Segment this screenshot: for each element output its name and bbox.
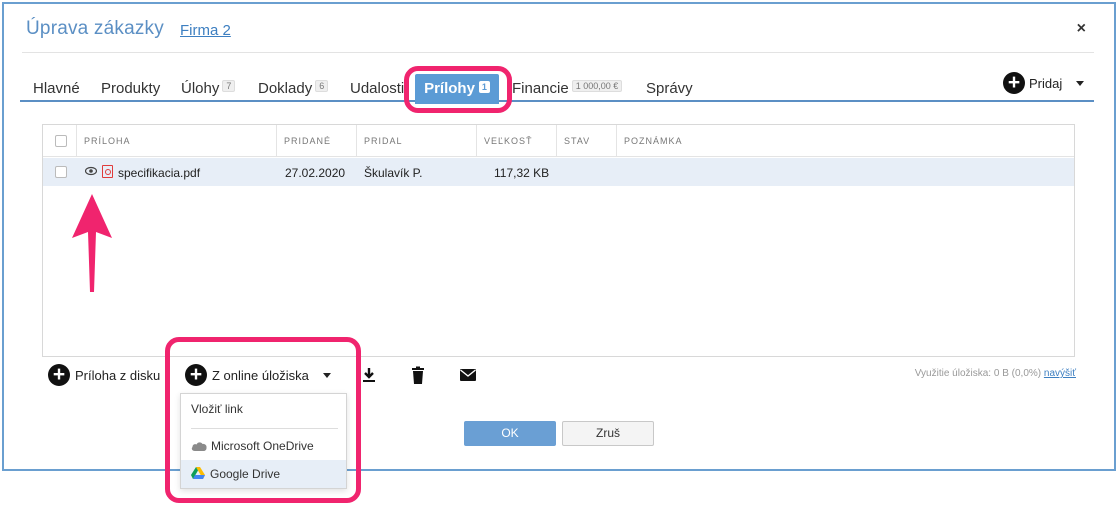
pdf-file-icon <box>102 165 113 178</box>
trash-icon[interactable] <box>408 365 428 385</box>
attach-from-online-label: Z online úložiska <box>212 367 309 383</box>
attachment-added-by: Škulavík P. <box>364 166 423 180</box>
chevron-down-icon <box>322 372 331 378</box>
increase-storage-link[interactable]: navýšiť <box>1044 368 1076 379</box>
tab-documents[interactable]: Doklady 6 <box>258 80 329 97</box>
table-row[interactable]: specifikacia.pdf 27.02.2020 Škulavík P. … <box>43 158 1074 186</box>
column-divider <box>476 125 477 157</box>
attachments-table: PRÍLOHA PRIDANÉ PRIDAL VEĽKOSŤ STAV POZN… <box>42 124 1075 357</box>
attach-from-online-button[interactable]: + Z online úložiska <box>185 364 331 386</box>
tab-attachments-badge: 1 <box>478 81 490 93</box>
attachment-name[interactable]: specifikacia.pdf <box>118 166 200 180</box>
column-divider <box>556 125 557 157</box>
column-divider <box>276 125 277 157</box>
column-header-status[interactable]: STAV <box>564 136 590 146</box>
plus-icon: + <box>1003 72 1025 94</box>
eye-icon[interactable] <box>85 166 97 176</box>
menu-item-google-drive[interactable]: Google Drive <box>181 460 346 488</box>
cancel-button[interactable]: Zruš <box>562 421 654 446</box>
tab-events[interactable]: Udalosti <box>350 80 404 97</box>
google-drive-icon <box>191 467 205 479</box>
online-storage-dropdown: Vložiť link Microsoft OneDrive Google Dr… <box>180 393 347 489</box>
storage-usage: Využitie úložiska: 0 B (0,0%) navýšiť <box>915 368 1076 379</box>
company-link[interactable]: Firma 2 <box>180 22 231 39</box>
column-header-note[interactable]: POZNÁMKA <box>624 136 683 146</box>
close-icon[interactable]: × <box>1077 20 1086 38</box>
menu-item-onedrive-label: Microsoft OneDrive <box>211 439 314 453</box>
attach-from-disk-label: Príloha z disku <box>75 367 161 383</box>
menu-divider <box>191 428 338 429</box>
tab-attachments[interactable]: Prílohy 1 <box>415 74 499 104</box>
add-menu-label: Pridaj <box>1029 75 1063 91</box>
add-menu-button[interactable]: + Pridaj <box>1003 72 1085 94</box>
column-divider <box>356 125 357 157</box>
column-header-added[interactable]: PRIDANÉ <box>284 136 331 146</box>
attachment-size: 117,32 KB <box>494 166 550 180</box>
download-icon[interactable] <box>359 365 379 385</box>
column-divider <box>616 125 617 157</box>
column-divider <box>76 125 77 157</box>
tab-finance[interactable]: Financie 1 000,00 € <box>512 80 623 97</box>
attach-from-disk-button[interactable]: + Príloha z disku <box>48 364 160 386</box>
column-header-attachment[interactable]: PRÍLOHA <box>84 136 131 146</box>
email-icon[interactable] <box>458 365 478 385</box>
chevron-down-icon <box>1076 80 1085 86</box>
table-header: PRÍLOHA PRIDANÉ PRIDAL VEĽKOSŤ STAV POZN… <box>43 125 1074 157</box>
storage-usage-text: Využitie úložiska: 0 B (0,0%) <box>914 368 1042 379</box>
tab-underline <box>20 100 1094 102</box>
tab-tasks[interactable]: Úlohy 7 <box>181 80 236 97</box>
menu-item-insert-link[interactable]: Vložiť link <box>181 395 346 423</box>
ok-button[interactable]: OK <box>464 421 556 446</box>
tab-documents-badge: 6 <box>315 80 329 92</box>
plus-icon: + <box>185 364 207 386</box>
header-divider <box>22 52 1094 53</box>
tab-messages[interactable]: Správy <box>646 80 693 97</box>
dialog-title: Úprava zákazky <box>26 18 164 39</box>
tab-products[interactable]: Produkty <box>101 80 160 97</box>
arrow-up-icon <box>72 194 112 292</box>
plus-icon: + <box>48 364 70 386</box>
menu-item-onedrive[interactable]: Microsoft OneDrive <box>181 432 346 460</box>
select-all-checkbox[interactable] <box>55 135 67 147</box>
tab-main[interactable]: Hlavné <box>33 80 80 97</box>
tab-finance-badge: 1 000,00 € <box>571 80 623 92</box>
column-header-size[interactable]: VEĽKOSŤ <box>484 136 533 146</box>
attachment-added-date: 27.02.2020 <box>285 166 346 180</box>
column-header-added-by[interactable]: PRIDAL <box>364 136 403 146</box>
menu-item-google-drive-label: Google Drive <box>210 467 281 481</box>
row-checkbox[interactable] <box>55 166 67 178</box>
onedrive-icon <box>191 442 207 451</box>
tab-tasks-badge: 7 <box>222 80 236 92</box>
